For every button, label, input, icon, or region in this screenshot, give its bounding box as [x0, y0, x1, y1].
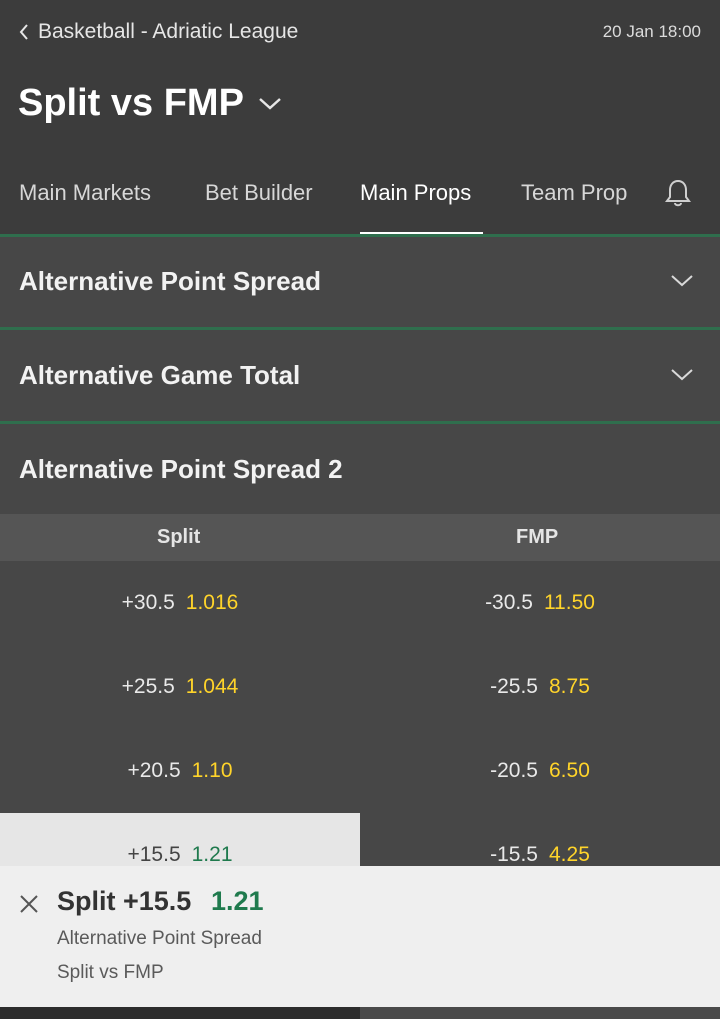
- column-header-away: FMP: [516, 526, 559, 548]
- odds-button[interactable]: +20.5 1.10: [0, 729, 360, 813]
- betslip-market: Alternative Point Spread: [57, 928, 262, 949]
- chevron-down-icon: [258, 97, 282, 116]
- bell-icon[interactable]: [664, 178, 692, 208]
- odds-button[interactable]: -20.5 6.50: [360, 729, 720, 813]
- handicap-line: -15.5: [490, 843, 538, 866]
- market-alternative-point-spread[interactable]: Alternative Point Spread: [0, 234, 720, 327]
- odds-price: 1.016: [185, 591, 239, 614]
- tab-team-props[interactable]: Team Prop: [521, 180, 639, 236]
- breadcrumb: Basketball - Adriatic League: [38, 20, 299, 43]
- odds-table: +30.5 1.016 -30.5 11.50 +25.5 1.044 -25.…: [0, 561, 720, 897]
- handicap-line: +25.5: [121, 675, 175, 698]
- column-header-home: Split: [157, 526, 201, 548]
- odds-button[interactable]: -30.5 11.50: [360, 561, 720, 645]
- handicap-line: +15.5: [127, 843, 181, 866]
- market-title: Alternative Point Spread: [19, 266, 321, 296]
- table-row: +20.5 1.10 -20.5 6.50: [0, 729, 720, 813]
- handicap-line: -20.5: [490, 759, 538, 782]
- tab-bet-builder[interactable]: Bet Builder: [205, 180, 313, 236]
- odds-price: 11.50: [543, 591, 595, 614]
- page-title: Split vs FMP: [18, 82, 244, 124]
- handicap-line: -30.5: [485, 591, 533, 614]
- divider: [0, 234, 720, 237]
- odds-price: 1.10: [191, 759, 233, 782]
- betslip-event: Split vs FMP: [57, 962, 164, 983]
- odds-price: 1.044: [185, 675, 239, 698]
- odds-price: 6.50: [549, 759, 590, 782]
- bottom-bar-segment: [360, 1007, 720, 1019]
- odds-price: 1.21: [191, 843, 233, 866]
- chevron-down-icon: [670, 368, 694, 387]
- chevron-left-icon: [18, 21, 32, 43]
- market-alternative-game-total[interactable]: Alternative Game Total: [0, 327, 720, 421]
- bottom-bar: [0, 1007, 720, 1019]
- odds-button[interactable]: +30.5 1.016: [0, 561, 360, 645]
- market-tabs: Main Markets Bet Builder Main Props Team…: [0, 160, 720, 236]
- table-row: +30.5 1.016 -30.5 11.50: [0, 561, 720, 645]
- handicap-line: +20.5: [127, 759, 181, 782]
- event-datetime: 20 Jan 18:00: [602, 22, 701, 41]
- odds-button[interactable]: -25.5 8.75: [360, 645, 720, 729]
- back-link[interactable]: Basketball - Adriatic League: [18, 20, 298, 44]
- tab-main-props[interactable]: Main Props: [360, 180, 483, 236]
- betslip-selection: Split +15.5: [57, 886, 192, 916]
- handicap-line: -25.5: [490, 675, 538, 698]
- odds-button[interactable]: +25.5 1.044: [0, 645, 360, 729]
- odds-price: 8.75: [549, 675, 590, 698]
- event-header: Basketball - Adriatic League 20 Jan 18:0…: [0, 0, 720, 236]
- divider: [0, 421, 720, 424]
- event-selector[interactable]: Split vs FMP: [18, 82, 282, 125]
- tab-main-markets[interactable]: Main Markets: [19, 180, 151, 236]
- betslip-preview[interactable]: Split +15.5 1.21 Alternative Point Sprea…: [0, 866, 720, 1007]
- market-alternative-point-spread-2[interactable]: Alternative Point Spread 2: [0, 421, 720, 514]
- table-row: +25.5 1.044 -25.5 8.75: [0, 645, 720, 729]
- market-title: Alternative Game Total: [19, 360, 301, 390]
- chevron-down-icon: [670, 274, 694, 293]
- betslip-price: 1.21: [211, 886, 264, 916]
- close-icon[interactable]: [18, 893, 40, 915]
- handicap-line: +30.5: [121, 591, 175, 614]
- odds-price: 4.25: [549, 843, 590, 866]
- market-title: Alternative Point Spread 2: [19, 454, 343, 484]
- team-column-headers: Split FMP: [0, 514, 720, 561]
- divider: [0, 327, 720, 330]
